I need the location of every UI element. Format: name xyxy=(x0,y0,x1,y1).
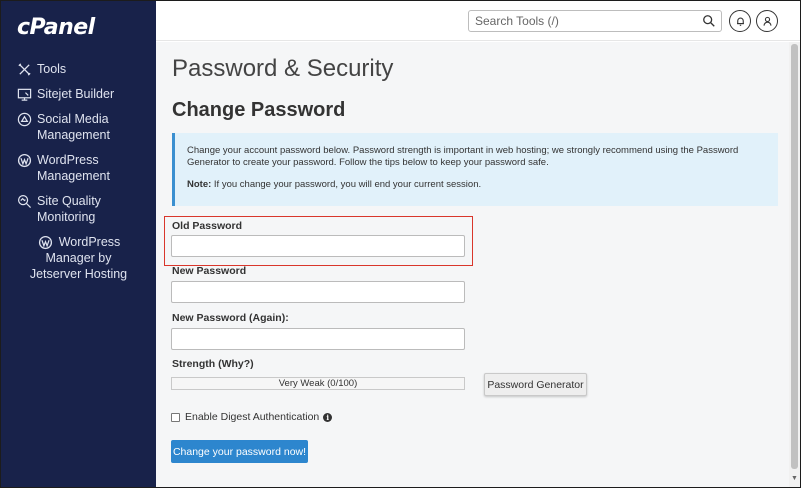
sitejet-icon xyxy=(15,86,33,102)
sidebar-item-label-line2: Manager by xyxy=(45,251,112,265)
old-password-field[interactable] xyxy=(171,235,465,257)
scrollbar-thumb[interactable] xyxy=(791,44,798,469)
note-label: Note: xyxy=(187,179,212,190)
sidebar-item-wordpress-manager[interactable]: WordPress Manager by Jetserver Hosting xyxy=(1,234,156,282)
site-quality-icon xyxy=(15,193,33,209)
search-placeholder: Search Tools (/) xyxy=(475,14,559,28)
sidebar-item-label: WordPress xyxy=(37,153,99,167)
sidebar-item-sitejet[interactable]: Sitejet Builder xyxy=(1,86,156,102)
sidebar-nav: Tools Sitejet Builder Social Media Manag… xyxy=(1,61,156,291)
app-window: cPanel Tools Sitejet Builder Social Medi… xyxy=(0,0,801,488)
search-input[interactable]: Search Tools (/) xyxy=(468,10,722,32)
sidebar-item-label-line2: Management xyxy=(37,169,110,183)
change-password-button[interactable]: Change your password now! xyxy=(171,440,308,463)
new-password-field[interactable] xyxy=(171,281,465,303)
cpanel-logo[interactable]: cPanel xyxy=(17,15,95,40)
info-text: Change your account password below. Pass… xyxy=(187,145,739,168)
notifications-button[interactable] xyxy=(729,10,751,32)
bottom-strip xyxy=(0,488,801,504)
sidebar-item-wordpress-management[interactable]: WordPress Management xyxy=(1,152,156,184)
sidebar-item-label: Tools xyxy=(37,62,67,76)
sidebar-item-tools[interactable]: Tools xyxy=(1,61,156,77)
page-title: Password & Security xyxy=(172,55,394,82)
sidebar-item-label: Sitejet Builder xyxy=(37,87,115,101)
new-password-again-label: New Password (Again): xyxy=(172,312,289,324)
note-text: If you change your password, you will en… xyxy=(211,179,482,190)
sidebar: cPanel Tools Sitejet Builder Social Medi… xyxy=(1,1,156,487)
section-title: Change Password xyxy=(172,99,346,121)
user-icon xyxy=(763,16,771,26)
social-media-icon xyxy=(15,111,33,127)
bell-icon xyxy=(736,17,744,26)
wordpress-icon xyxy=(15,152,33,168)
digest-auth-checkbox[interactable] xyxy=(171,412,180,422)
sidebar-item-label: WordPress xyxy=(58,235,121,249)
new-password-again-field[interactable] xyxy=(171,328,465,350)
search-icon xyxy=(703,15,715,27)
wordpress-icon xyxy=(37,234,55,250)
sidebar-item-site-quality[interactable]: Site Quality Monitoring xyxy=(1,193,156,225)
new-password-label: New Password xyxy=(172,265,247,277)
strength-meter: Very Weak (0/100) xyxy=(171,377,465,390)
scroll-down-arrow-icon[interactable]: ▼ xyxy=(791,475,798,483)
user-menu-button[interactable] xyxy=(756,10,778,32)
digest-auth-row: Enable Digest Authentication i xyxy=(171,411,333,423)
digest-auth-label[interactable]: Enable Digest Authentication xyxy=(185,411,319,423)
info-icon[interactable]: i xyxy=(323,412,333,422)
sidebar-item-label-line2: Management xyxy=(37,128,110,142)
sidebar-item-social-media[interactable]: Social Media Management xyxy=(1,111,156,143)
main-content: Password & Security Change Password Chan… xyxy=(156,42,789,487)
sidebar-item-label: Site Quality xyxy=(37,194,101,208)
password-generator-button[interactable]: Password Generator xyxy=(484,373,587,396)
scrollbar[interactable]: ▼ xyxy=(789,42,800,487)
info-callout: Change your account password below. Pass… xyxy=(172,133,778,206)
tools-icon xyxy=(15,61,33,77)
sidebar-item-label: Social Media xyxy=(37,112,109,126)
old-password-label: Old Password xyxy=(172,220,243,232)
sidebar-item-label-line3: Jetserver Hosting xyxy=(29,267,128,281)
strength-label[interactable]: Strength (Why?) xyxy=(172,358,254,370)
sidebar-item-label-line2: Monitoring xyxy=(37,210,96,224)
top-bar: Search Tools (/) xyxy=(156,1,800,41)
